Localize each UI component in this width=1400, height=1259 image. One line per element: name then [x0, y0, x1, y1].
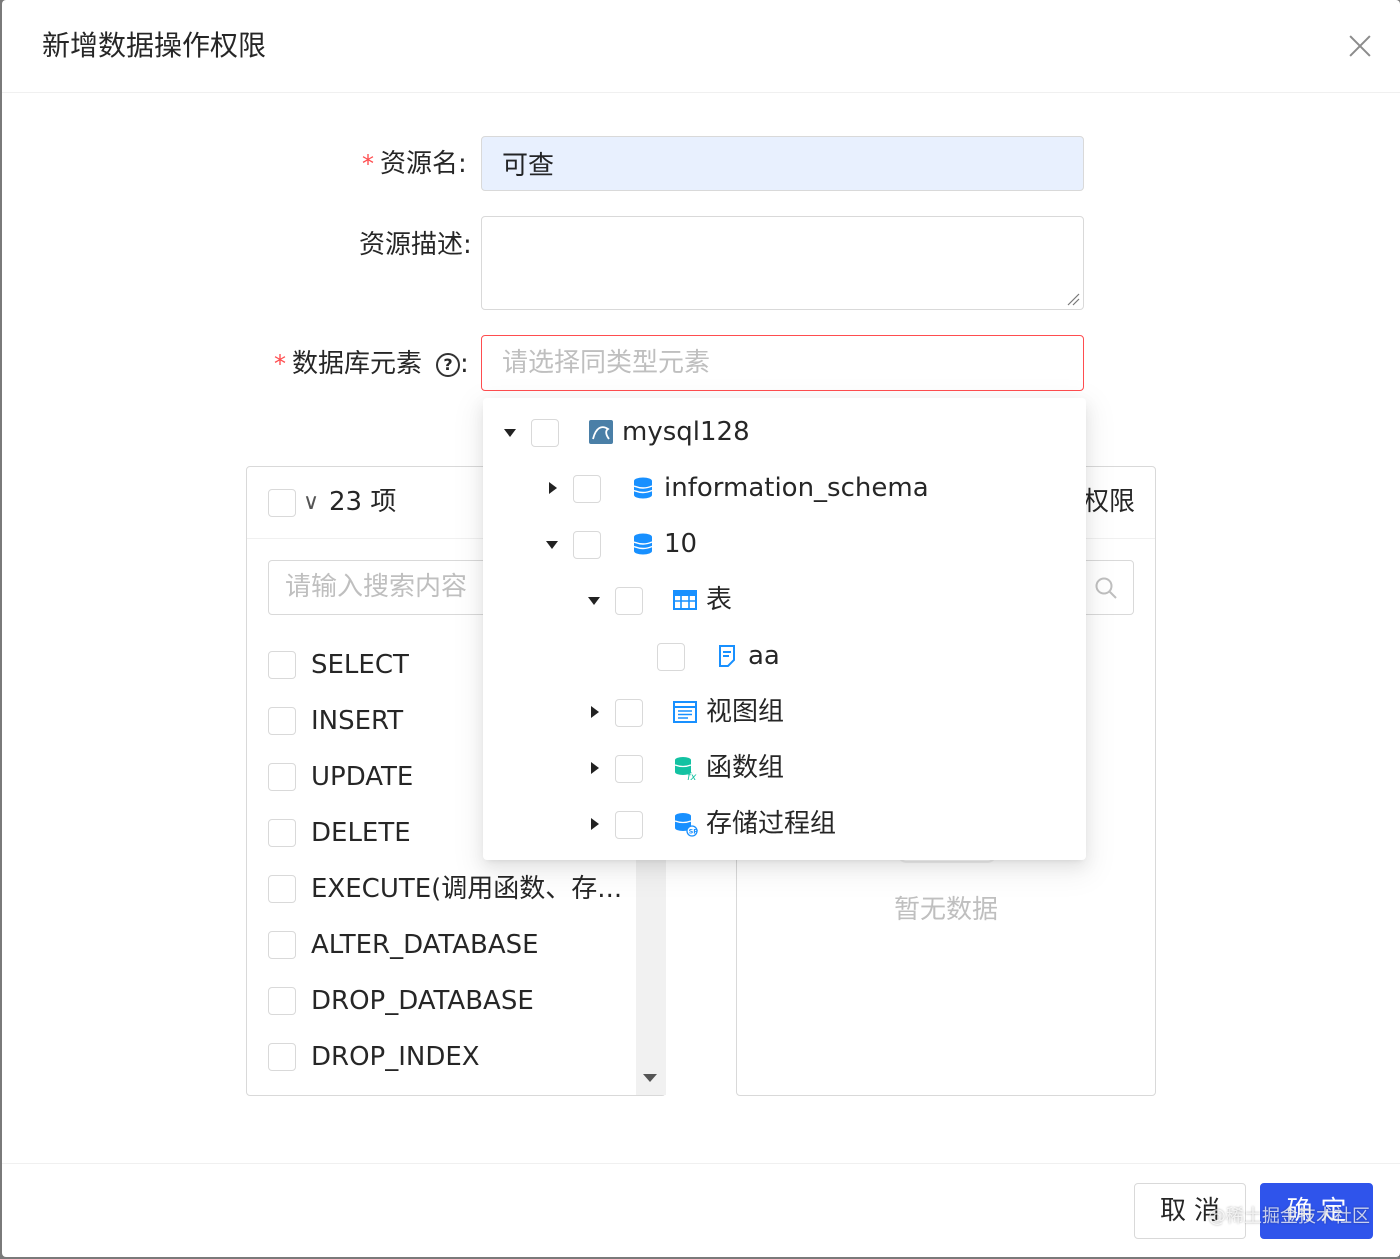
list-item[interactable]: EXECUTE(调用函数、存... [268, 867, 622, 911]
svg-text:SP: SP [689, 828, 698, 836]
desc-label: 资源描述: [359, 230, 472, 260]
tree-checkbox[interactable] [615, 755, 643, 783]
close-icon[interactable] [1340, 26, 1380, 66]
caret-right-icon[interactable] [591, 762, 599, 774]
list-item[interactable]: DROP_DATABASE [268, 979, 608, 1023]
tree-checkbox[interactable] [615, 587, 643, 615]
modal-title: 新增数据操作权限 [42, 29, 267, 62]
mysql-icon [589, 420, 613, 444]
svg-text:fx: fx [687, 772, 697, 781]
search-icon [1095, 577, 1117, 599]
caret-right-icon[interactable] [549, 482, 557, 494]
watermark: @稀土掘金技术社区 [1208, 1206, 1370, 1227]
tree-checkbox[interactable] [573, 531, 601, 559]
database-icon [633, 533, 653, 555]
item-checkbox[interactable] [268, 875, 296, 903]
table-file-icon [719, 645, 735, 667]
item-checkbox[interactable] [268, 987, 296, 1015]
empty-text: 暂无数据 [893, 895, 998, 925]
scroll-down-arrow-icon[interactable] [643, 1074, 657, 1082]
modal-dialog: 新增数据操作权限 *资源名: 资源描述: *数据库元素?: 请选择同类型元素 ∨… [2, 0, 1400, 1257]
database-icon [633, 477, 653, 499]
caret-down-icon[interactable] [504, 429, 516, 437]
resource-desc-textarea[interactable] [481, 216, 1084, 310]
tree-node-information-schema[interactable]: information_schema [483, 466, 1083, 512]
tree-node-views[interactable]: 视图组 [483, 690, 1083, 736]
tree-checkbox[interactable] [615, 699, 643, 727]
list-item[interactable]: ALTER_DATABASE [268, 923, 608, 967]
table-icon [673, 590, 697, 610]
db-element-label: * 数据库元素?: [274, 349, 469, 379]
view-icon [673, 701, 697, 723]
chevron-down-icon[interactable]: ∨ [303, 485, 319, 521]
db-element-select[interactable]: 请选择同类型元素 [481, 335, 1084, 391]
tree-checkbox[interactable] [615, 811, 643, 839]
caret-right-icon[interactable] [591, 818, 599, 830]
required-mark: * [362, 150, 374, 178]
item-count: 23 项 [329, 487, 397, 517]
help-icon[interactable]: ? [436, 353, 461, 377]
tree-checkbox[interactable] [657, 643, 685, 671]
modal-footer: 取消 确定 [2, 1163, 1400, 1257]
function-icon: fx [674, 757, 697, 781]
required-mark: * [274, 350, 286, 378]
item-checkbox[interactable] [268, 1043, 296, 1071]
item-checkbox[interactable] [268, 707, 296, 735]
item-checkbox[interactable] [268, 819, 296, 847]
tree-select-dropdown: mysql128 information_schema 10 表 aa 视图组 … [483, 398, 1086, 860]
modal-header: 新增数据操作权限 [2, 0, 1400, 93]
item-checkbox[interactable] [268, 651, 296, 679]
caret-down-icon[interactable] [588, 597, 600, 605]
tree-node-tables[interactable]: 表 [483, 578, 1083, 624]
tree-node-mysql128[interactable]: mysql128 [483, 410, 1083, 456]
name-label: * 资源名: [362, 149, 467, 179]
select-all-checkbox[interactable] [268, 489, 296, 517]
tree-checkbox[interactable] [531, 419, 559, 447]
tree-node-aa[interactable]: aa [483, 634, 1083, 680]
procedure-icon: SP [674, 813, 698, 837]
tree-node-procedures[interactable]: SP 存储过程组 [483, 802, 1083, 848]
resource-name-input[interactable] [481, 136, 1084, 191]
tree-checkbox[interactable] [573, 475, 601, 503]
tree-node-10[interactable]: 10 [483, 522, 1083, 568]
tree-node-functions[interactable]: fx 函数组 [483, 746, 1083, 792]
caret-right-icon[interactable] [591, 706, 599, 718]
caret-down-icon[interactable] [546, 541, 558, 549]
right-panel-title: 权限 [1082, 487, 1135, 517]
item-checkbox[interactable] [268, 931, 296, 959]
list-item[interactable]: DROP_INDEX [268, 1035, 608, 1079]
item-checkbox[interactable] [268, 763, 296, 791]
